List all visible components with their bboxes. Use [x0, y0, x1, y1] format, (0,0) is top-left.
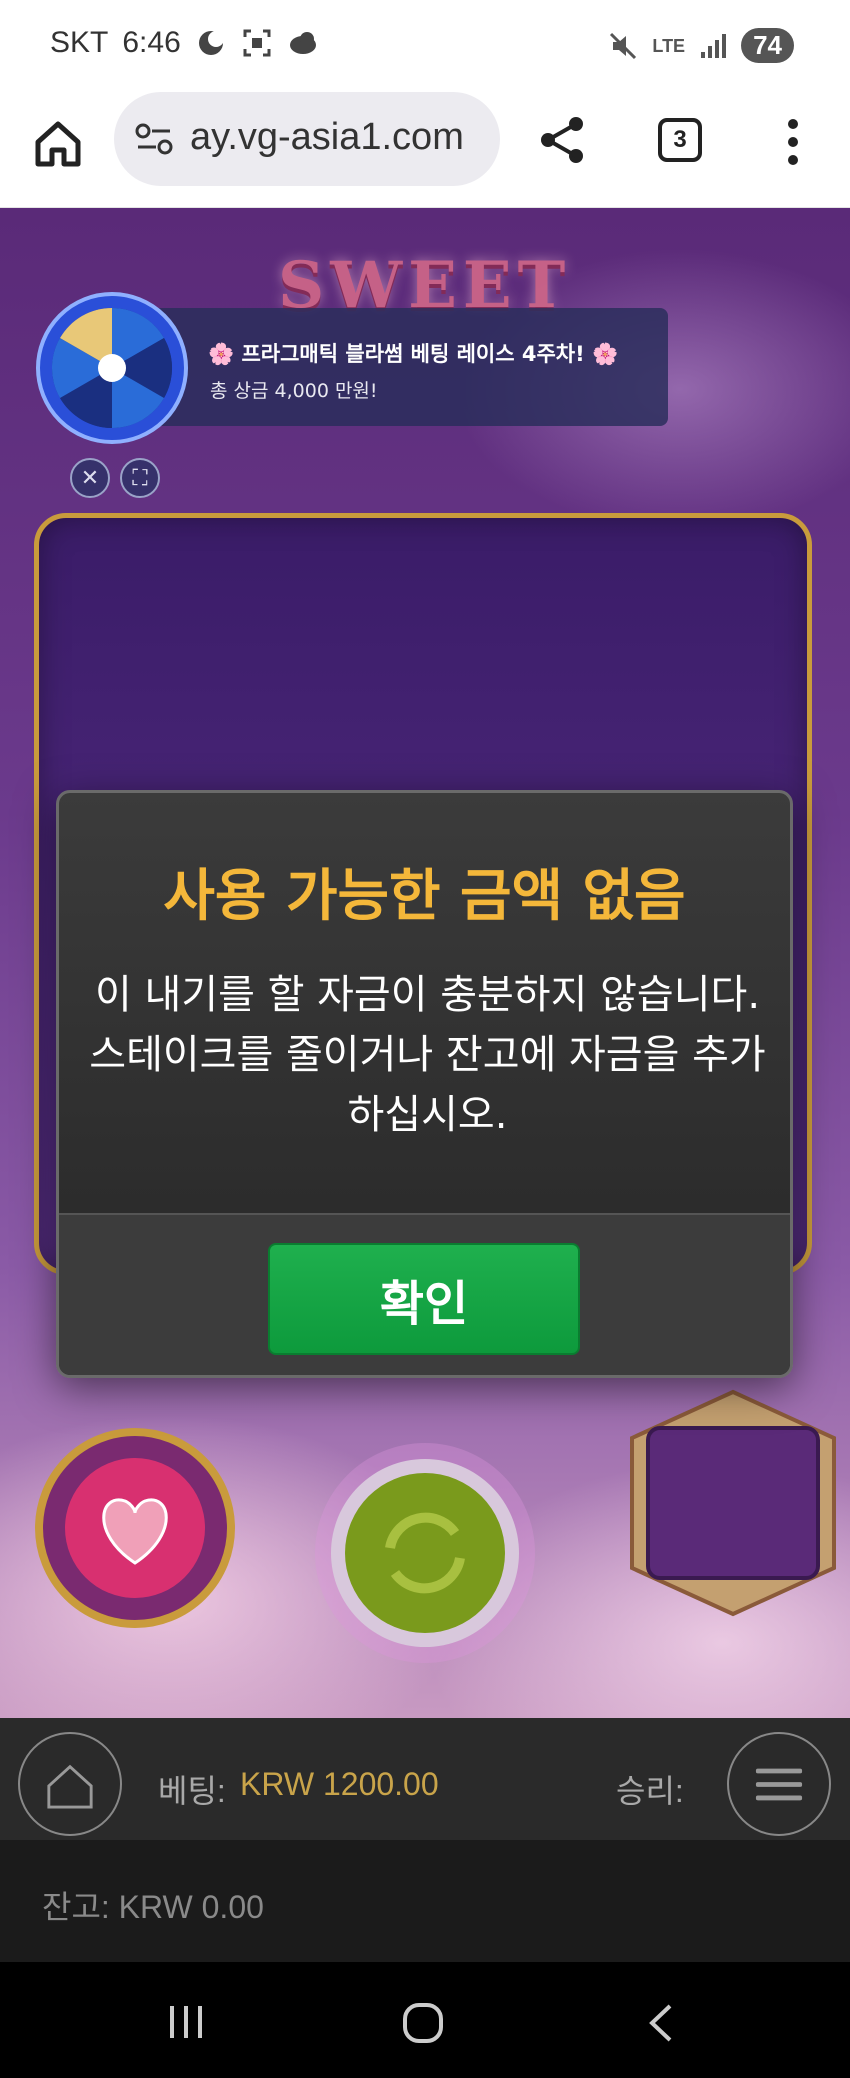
battery-indicator: 74: [741, 28, 794, 63]
promo-title: 🌸 프라그매틱 블라썸 베팅 레이스 4주차! 🌸: [208, 342, 619, 366]
dialog-message: 이 내기를 할 자금이 충분하지 않습니다. 스테이크를 줄이거나 잔고에 자금…: [89, 972, 766, 1138]
tab-switcher-button[interactable]: 3: [658, 118, 702, 162]
insufficient-funds-dialog: 사용 가능한 금액 없음 이 내기를 할 자금이 충분하지 않습니다. 스테이크…: [56, 790, 793, 1378]
balance-bar: 잔고: KRW 0.00: [0, 1840, 850, 1962]
close-icon[interactable]: ✕: [70, 458, 110, 498]
url-text: ay.vg-asia1.com: [190, 116, 464, 158]
game-home-button[interactable]: [18, 1732, 122, 1836]
bet-value[interactable]: KRW 1200.00: [240, 1766, 439, 1803]
dialog-footer: 확인: [59, 1213, 790, 1375]
site-settings-icon[interactable]: [134, 122, 174, 156]
promo-banner[interactable]: 🌸 프라그매틱 블라썸 베팅 레이스 4주차! 🌸 총 상금 4,000 만원!: [150, 308, 668, 426]
screenshot-icon: [243, 29, 271, 57]
balance-label: 잔고: KRW 0.00: [42, 1889, 264, 1925]
address-bar[interactable]: ay.vg-asia1.com: [114, 92, 500, 186]
status-right: LTE 74: [608, 28, 794, 63]
signal-icon: [701, 33, 727, 58]
confirm-button[interactable]: 확인: [268, 1243, 580, 1355]
dialog-title: 사용 가능한 금액 없음: [163, 864, 686, 929]
prize-wheel-icon[interactable]: [36, 292, 188, 444]
feature-box[interactable]: [628, 1388, 838, 1618]
mute-icon: [610, 32, 637, 59]
carrier-label: SKT: [50, 26, 109, 59]
bet-label: 베팅:: [158, 1773, 226, 1809]
overflow-menu-icon[interactable]: [778, 116, 808, 168]
android-nav-bar: [0, 1962, 850, 2078]
game-menu-button[interactable]: [727, 1732, 831, 1836]
win-label: 승리:: [616, 1773, 684, 1809]
clock: 6:46: [122, 26, 181, 59]
spin-button[interactable]: [310, 1438, 540, 1668]
bet-bar: 베팅: KRW 1200.00 승리:: [0, 1718, 850, 1840]
home-icon[interactable]: [30, 116, 86, 172]
share-icon[interactable]: [536, 114, 588, 166]
expand-icon[interactable]: ⛶: [120, 458, 160, 498]
status-bar: SKT 6:46 LTE 74: [0, 0, 850, 92]
moon-icon: [198, 31, 224, 55]
cloud-icon: [289, 32, 316, 54]
nav-home-icon[interactable]: [402, 2002, 444, 2044]
status-left: SKT 6:46: [50, 26, 319, 60]
lte-label: LTE: [652, 35, 686, 56]
heart-feature-icon[interactable]: [30, 1423, 240, 1633]
browser-toolbar: ay.vg-asia1.com 3: [0, 92, 850, 208]
promo-subtitle: 총 상금 4,000 만원!: [210, 380, 378, 402]
recents-icon[interactable]: [166, 2002, 206, 2042]
back-icon[interactable]: [646, 2002, 676, 2044]
